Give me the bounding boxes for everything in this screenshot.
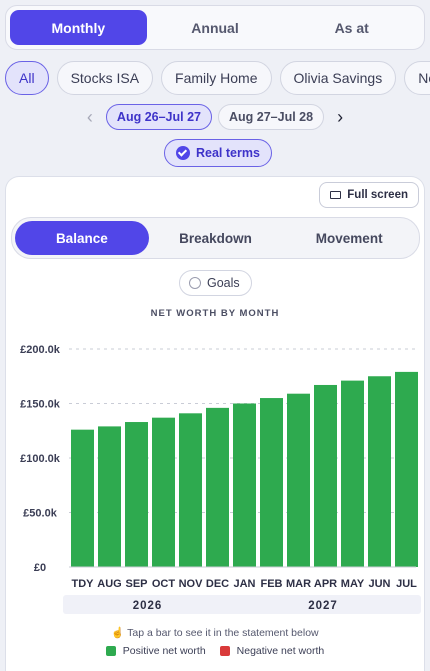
x-tick-label: JAN bbox=[233, 578, 255, 590]
y-tick-label: £150.0k bbox=[20, 399, 61, 411]
negative-swatch bbox=[219, 646, 230, 656]
x-tick-label: NOV bbox=[179, 578, 204, 590]
x-tick-label: OCT bbox=[152, 578, 176, 590]
account-chip-partial[interactable]: No bbox=[404, 61, 430, 95]
bar-jul[interactable] bbox=[395, 371, 418, 567]
x-tick-label: TDY bbox=[72, 578, 95, 590]
bar-mar[interactable] bbox=[287, 393, 310, 567]
legend-positive: Positive net worth bbox=[105, 645, 206, 657]
x-tick-label: DEC bbox=[206, 578, 229, 590]
x-tick-label: MAY bbox=[341, 578, 365, 590]
chart-legend: Positive net worth Negative net worth bbox=[6, 645, 424, 657]
y-tick-label: £0 bbox=[34, 562, 46, 574]
real-terms-label: Real terms bbox=[196, 146, 260, 160]
year-label: 2026 bbox=[133, 600, 163, 612]
period-chip-next[interactable]: Aug 27–Jul 28 bbox=[218, 104, 325, 130]
tab-annual[interactable]: Annual bbox=[147, 10, 284, 45]
bar-nov[interactable] bbox=[179, 413, 202, 567]
bar-aug[interactable] bbox=[98, 426, 121, 567]
tap-hint: ☝ Tap a bar to see it in the statement b… bbox=[6, 626, 424, 639]
x-tick-label: APR bbox=[314, 578, 337, 590]
bar-tdy[interactable] bbox=[71, 429, 94, 567]
tab-monthly[interactable]: Monthly bbox=[10, 10, 147, 45]
x-tick-label: JUN bbox=[368, 578, 390, 590]
y-tick-label: £200.0k bbox=[20, 344, 61, 356]
bar-dec[interactable] bbox=[206, 407, 229, 567]
period-selector: ‹ Aug 26–Jul 27 Aug 27–Jul 28 › bbox=[0, 104, 430, 130]
net-worth-bar-chart: £0 £50.0k £100.0k £150.0k £200.0k TDY AUG SEP OC… bbox=[20, 344, 421, 614]
bar-feb[interactable] bbox=[260, 398, 283, 567]
positive-swatch bbox=[105, 646, 116, 656]
legend-negative: Negative net worth bbox=[219, 645, 325, 657]
period-chip-current[interactable]: Aug 26–Jul 27 bbox=[105, 104, 212, 130]
y-tick-label: £100.0k bbox=[20, 453, 61, 465]
bar-oct[interactable] bbox=[152, 417, 175, 567]
bar-apr[interactable] bbox=[314, 384, 337, 567]
tab-as-at[interactable]: As at bbox=[283, 10, 420, 45]
account-chip-family-home[interactable]: Family Home bbox=[161, 61, 272, 95]
real-terms-toggle[interactable]: Real terms bbox=[164, 139, 272, 167]
x-tick-label: JUL bbox=[396, 578, 417, 590]
check-circle-icon bbox=[176, 146, 190, 160]
bar-jun[interactable] bbox=[368, 376, 391, 567]
x-tick-label: AUG bbox=[97, 578, 121, 590]
account-filter: All Stocks ISA Family Home Olivia Saving… bbox=[5, 61, 430, 95]
chart-card: Full screen Balance Breakdown Movement G… bbox=[5, 176, 425, 671]
account-chip-olivia-savings[interactable]: Olivia Savings bbox=[279, 61, 397, 95]
bar-jan[interactable] bbox=[233, 403, 256, 568]
bar-may[interactable] bbox=[341, 380, 364, 567]
chevron-right-icon[interactable]: › bbox=[330, 104, 350, 130]
x-tick-label: FEB bbox=[261, 578, 283, 590]
account-chip-all[interactable]: All bbox=[5, 61, 49, 95]
legend-positive-label: Positive net worth bbox=[122, 645, 206, 657]
chevron-left-icon[interactable]: ‹ bbox=[80, 104, 100, 130]
x-tick-label: MAR bbox=[286, 578, 311, 590]
y-tick-label: £50.0k bbox=[23, 508, 58, 520]
tap-hint-text: Tap a bar to see it in the statement bel… bbox=[127, 627, 319, 639]
view-mode-selector: Monthly Annual As at bbox=[5, 5, 425, 50]
bar-sep[interactable] bbox=[125, 422, 148, 567]
year-label: 2027 bbox=[308, 600, 338, 612]
legend-negative-label: Negative net worth bbox=[236, 645, 325, 657]
x-tick-label: SEP bbox=[125, 578, 147, 590]
hand-pointer-icon: ☝ bbox=[111, 627, 125, 639]
account-chip-stocks-isa[interactable]: Stocks ISA bbox=[56, 61, 154, 95]
